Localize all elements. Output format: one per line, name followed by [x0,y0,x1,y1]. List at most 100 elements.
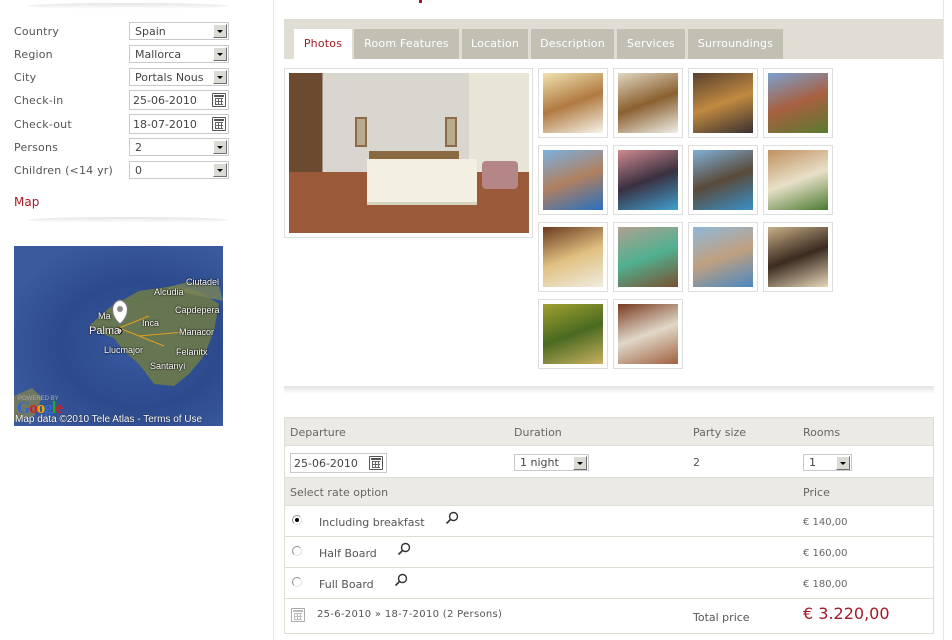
party-size-value: 2 [693,456,700,469]
chevron-down-icon[interactable] [213,47,227,61]
thumbnail-image [543,73,603,133]
photo-thumbnail[interactable] [763,222,833,292]
rate-radio[interactable] [292,546,302,556]
tab-room-features[interactable]: Room Features [354,29,459,59]
thumbnail-image [618,304,678,364]
map-place-label: Ciutadel [186,277,220,287]
photo-thumbnail[interactable] [688,145,758,215]
main-photo[interactable] [284,68,533,238]
divider-shadow [28,3,228,9]
calendar-icon[interactable] [212,117,226,131]
rate-price: € 180,00 [803,579,848,590]
map-place-label: Llucmajor [104,345,144,355]
magnifier-icon[interactable] [445,511,459,525]
thumbnail-image [768,150,828,210]
calendar-icon[interactable] [212,93,226,107]
photo-thumbnail[interactable] [613,145,683,215]
photo-thumbnail[interactable] [613,68,683,138]
duration-value: 1 night [520,456,559,469]
rate-radio[interactable] [292,515,302,525]
checkout-date-input[interactable]: 18-07-2010 [129,114,229,134]
country-row: Country Spain [14,22,234,40]
divider-shadow [28,217,228,223]
city-row: City Portals Nous [14,68,234,86]
tab-description[interactable]: Description [531,29,614,59]
thumbnail-image [768,73,828,133]
magnifier-icon[interactable] [397,542,411,556]
departure-date-input[interactable]: 25-06-2010 [290,453,387,473]
checkin-date-input[interactable]: 25-06-2010 [129,90,229,110]
country-select[interactable]: Spain [129,22,229,40]
photo-thumbnail[interactable] [538,145,608,215]
map-link[interactable]: Map [14,195,39,209]
chevron-down-icon[interactable] [213,140,227,154]
chevron-down-icon[interactable] [213,24,227,38]
children-select[interactable]: 0 [129,161,229,179]
total-price-value: € 3.220,00 [803,604,890,623]
party-size-header: Party size [693,426,747,439]
rate-header-row: Select rate option Price [285,478,933,506]
booking-header-row: Departure Duration Party size Rooms [285,418,933,446]
beds [367,159,477,205]
checkout-label: Check-out [14,118,72,131]
page-border [943,0,944,640]
thumbnail-image [618,150,678,210]
duration-select[interactable]: 1 night [514,454,589,471]
headboard [369,151,459,159]
rate-label[interactable]: Half Board [319,547,377,560]
rate-row[interactable]: Full Board € 180,00 [285,568,933,599]
rate-radio[interactable] [292,577,302,587]
map-place-label: Santanyí [150,361,186,371]
sidebar: Country Spain Region Mallorca City Porta… [0,0,274,640]
photo-thumbnail[interactable] [538,68,608,138]
persons-row: Persons 2 [14,138,234,156]
rate-label[interactable]: Full Board [319,578,374,591]
thumbnail-image [543,304,603,364]
chevron-down-icon[interactable] [213,163,227,177]
tab-bar: Photos Room Features Location Descriptio… [284,19,943,59]
rooms-select[interactable]: 1 [803,454,852,471]
map-place-label: Alcúdia [154,287,184,297]
rate-label[interactable]: Including breakfast [319,516,425,529]
photo-thumbnail[interactable] [688,222,758,292]
thumbnail-image [768,227,828,287]
thumbnail-image [693,227,753,287]
tab-services[interactable]: Services [617,29,685,59]
magnifier-icon[interactable] [394,573,408,587]
photo-thumbnail[interactable] [613,222,683,292]
chevron-down-icon[interactable] [573,456,587,470]
photo-thumbnail[interactable] [763,68,833,138]
persons-select[interactable]: 2 [129,138,229,156]
chevron-down-icon[interactable] [836,456,850,470]
photo-thumbnail[interactable] [613,299,683,369]
thumbnail-image [543,227,603,287]
total-row: 25-6-2010 » 18-7-2010 (2 Persons) Total … [285,599,933,633]
photo-thumbnail[interactable] [538,299,608,369]
rate-option-header: Select rate option [290,486,389,499]
chevron-down-icon[interactable] [213,70,227,84]
map-widget[interactable]: Ciutadel Alcúdia Capdepera Ma Inca Palma… [14,246,223,426]
rooms-header: Rooms [803,426,841,439]
calendar-icon[interactable] [369,456,383,470]
photo-thumbnail[interactable] [688,68,758,138]
rate-row[interactable]: Including breakfast € 140,00 [285,506,933,537]
tab-surroundings[interactable]: Surroundings [688,29,783,59]
rate-row[interactable]: Half Board € 160,00 [285,537,933,568]
map-place-label: Capdepera [175,305,220,315]
city-select[interactable]: Portals Nous [129,68,229,86]
photo-thumbnail[interactable] [538,222,608,292]
photo-thumbnail[interactable] [763,145,833,215]
thumbnail-image [693,73,753,133]
children-value: 0 [135,164,142,177]
checkin-row: Check-in 25-06-2010 [14,90,234,110]
checkin-label: Check-in [14,94,64,107]
children-label: Children (<14 yr) [14,164,113,177]
calendar-icon [291,608,305,622]
tab-photos[interactable]: Photos [294,29,352,59]
map-attribution[interactable]: Map data ©2010 Tele Atlas - Terms of Use [15,414,202,425]
region-select[interactable]: Mallorca [129,45,229,63]
country-label: Country [14,25,60,38]
tab-location[interactable]: Location [462,29,528,59]
map-place-label: Ma [98,311,111,321]
children-row: Children (<14 yr) 0 [14,161,234,179]
